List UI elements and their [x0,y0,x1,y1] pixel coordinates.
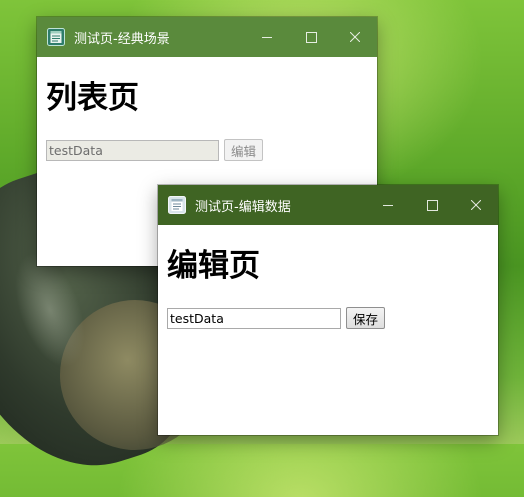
data-row: 保存 [167,307,489,329]
maximize-icon [426,199,438,211]
data-field[interactable] [46,139,219,161]
data-field[interactable] [167,307,341,329]
list-window-title: 测试页-经典场景 [74,31,170,47]
data-row: 编辑 [46,139,368,161]
edit-window-titlebar[interactable]: 测试页-编辑数据 [158,185,498,225]
minimize-icon [262,37,272,38]
close-button[interactable] [454,185,498,225]
close-icon [471,200,481,210]
notepad-icon [47,28,65,46]
list-window-content: 列表页 编辑 [37,83,377,161]
edit-window[interactable]: 测试页-编辑数据 编辑页 保存 [158,185,498,435]
minimize-button[interactable] [366,185,410,225]
notepad-icon [168,196,186,214]
maximize-button[interactable] [410,185,454,225]
edit-window-content: 编辑页 保存 [158,251,498,329]
save-button[interactable]: 保存 [346,307,386,329]
maximize-button[interactable] [289,17,333,57]
close-icon [350,32,360,42]
edit-window-title: 测试页-编辑数据 [195,199,291,215]
page-title: 编辑页 [167,248,260,284]
minimize-button[interactable] [245,17,289,57]
edit-button[interactable]: 编辑 [224,139,264,161]
close-button[interactable] [333,17,377,57]
list-window-titlebar[interactable]: 测试页-经典场景 [37,17,377,57]
page-title: 列表页 [46,80,139,116]
maximize-icon [305,31,317,43]
minimize-icon [383,205,393,206]
